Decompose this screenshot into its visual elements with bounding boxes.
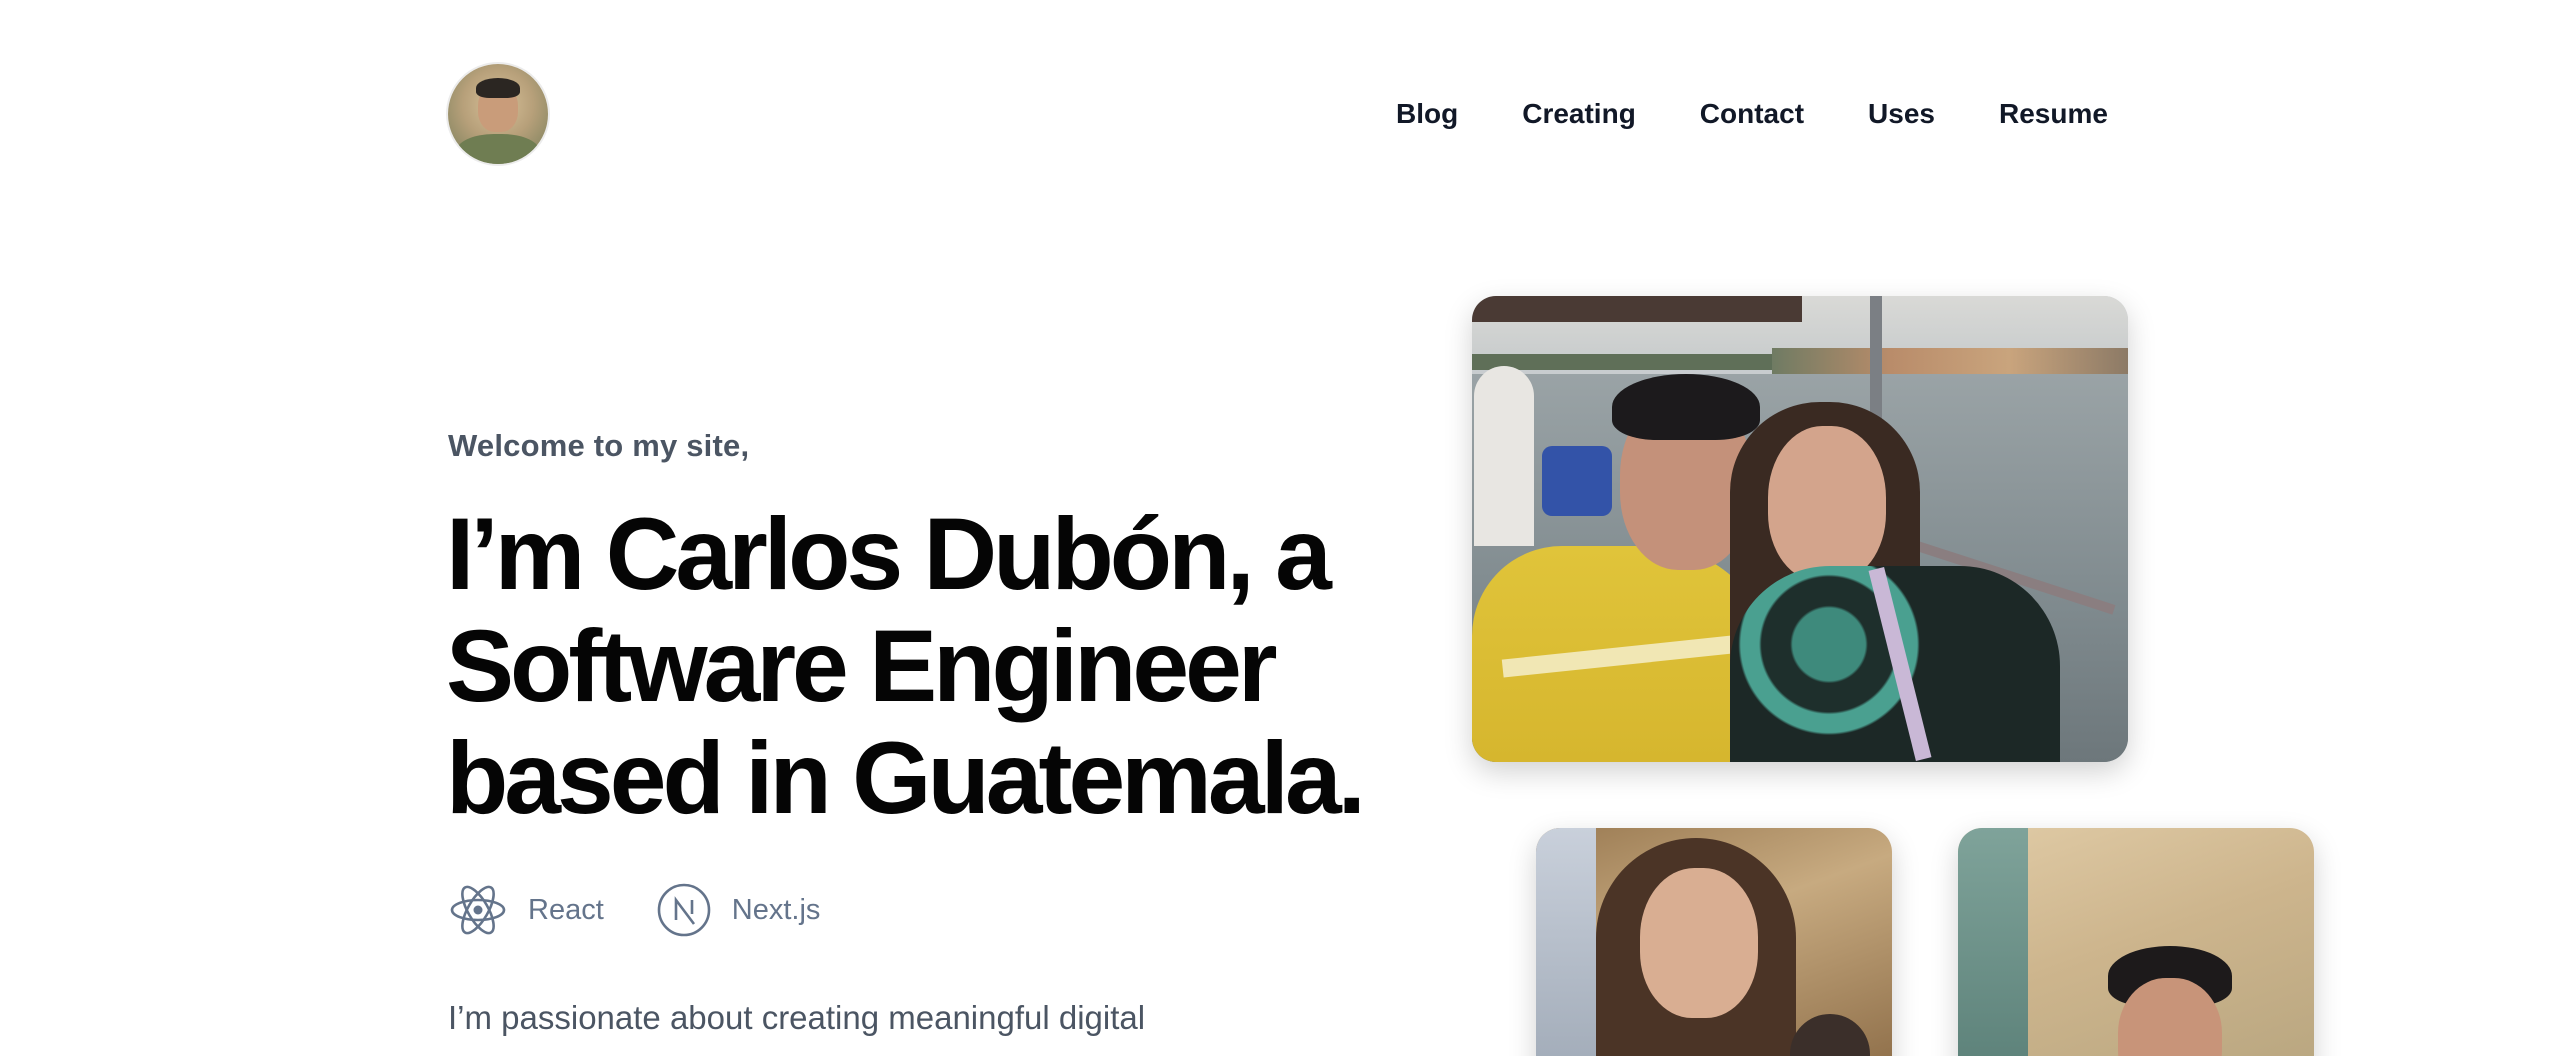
avatar-shirt (456, 134, 540, 164)
nav-creating[interactable]: Creating (1522, 94, 1636, 134)
nextjs-icon (657, 883, 711, 937)
nav-resume[interactable]: Resume (1999, 94, 2108, 134)
tech-stack: React Next.js (448, 880, 820, 940)
tech-item-react: React (448, 880, 604, 940)
avatar-hair (476, 78, 520, 98)
nav-uses[interactable]: Uses (1868, 94, 1935, 134)
main-nav: Blog Creating Contact Uses Resume (1396, 94, 2108, 134)
home-page: Blog Creating Contact Uses Resume Welcom… (0, 0, 2560, 1056)
welcome-text: Welcome to my site, (448, 428, 750, 463)
tech-label-nextjs: Next.js (731, 893, 821, 926)
tech-item-nextjs: Next.js (656, 882, 821, 938)
page-title: I’m Carlos Dubón, a Software Engineer ba… (446, 497, 1366, 835)
photo-main (1472, 296, 2128, 762)
nav-blog[interactable]: Blog (1396, 94, 1458, 134)
nav-contact[interactable]: Contact (1700, 94, 1804, 134)
react-icon (450, 885, 506, 935)
avatar[interactable] (448, 64, 548, 164)
intro-text: I’m passionate about creating meaningful… (448, 999, 1146, 1036)
tech-label-react: React (528, 893, 604, 926)
photo-small-2 (1958, 828, 2314, 1056)
photo-small-1 (1536, 828, 1892, 1056)
